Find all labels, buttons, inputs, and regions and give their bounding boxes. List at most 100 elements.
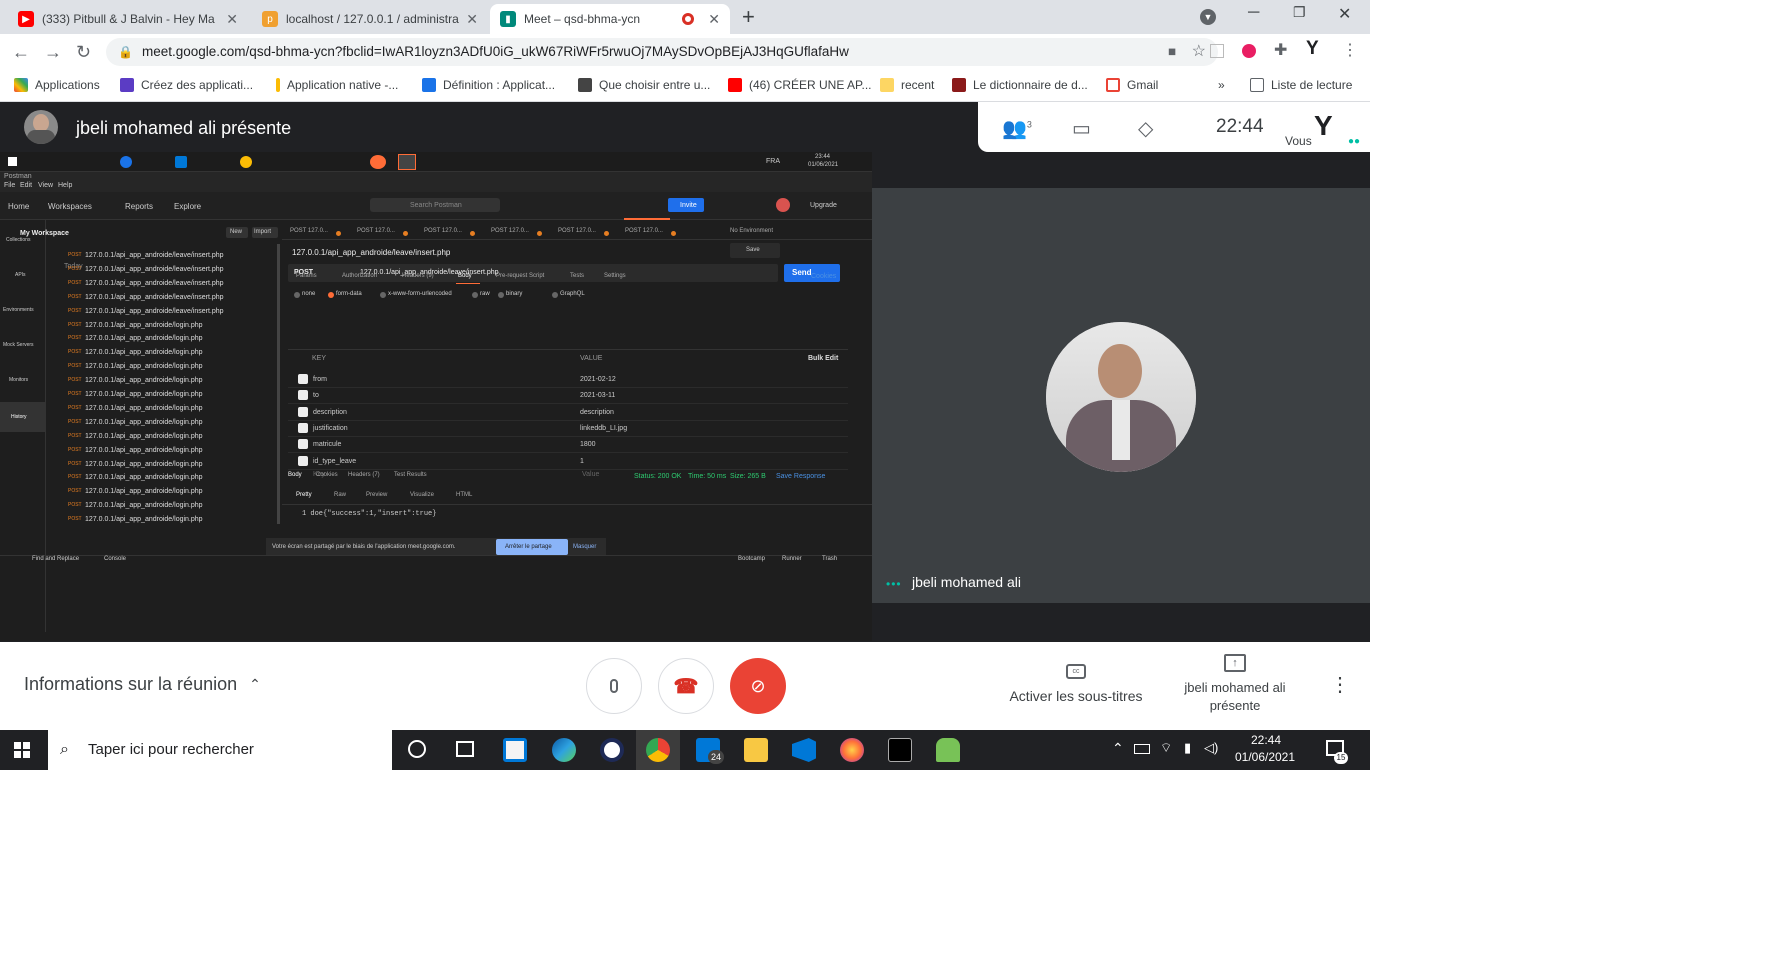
history-method: POST: [68, 279, 82, 286]
edge-icon[interactable]: [552, 738, 576, 762]
captions-icon[interactable]: cc: [1066, 664, 1086, 679]
tab-search-icon[interactable]: ▼: [1200, 9, 1216, 25]
sidebar-scrollbar: [277, 244, 280, 524]
bookmark-item[interactable]: Application native -...: [276, 78, 398, 92]
request-subtab: Body: [458, 273, 472, 279]
taskbar-search-input[interactable]: ⌕ Taper ici pour rechercher: [48, 730, 392, 770]
bookmark-folder[interactable]: recent: [880, 78, 934, 92]
extension-icon[interactable]: [1210, 44, 1224, 58]
edge-icon: [120, 156, 132, 168]
close-icon[interactable]: ✕: [466, 11, 478, 28]
tray-chevron-icon[interactable]: ⌃: [1112, 740, 1124, 757]
request-tab: POST 127.0...: [290, 228, 328, 234]
unsaved-dot-icon: [403, 231, 408, 236]
android-studio-icon[interactable]: [936, 738, 960, 762]
taskbar-date[interactable]: 01/06/2021: [1230, 750, 1300, 764]
chrome-icon[interactable]: [646, 738, 670, 762]
microphone-tray-icon[interactable]: ▮: [1184, 740, 1191, 756]
store-icon[interactable]: [503, 738, 527, 762]
bookmark-gmail[interactable]: Gmail: [1106, 78, 1158, 92]
camera-toggle-button[interactable]: ⊘: [730, 658, 786, 714]
bookmark-item[interactable]: Le dictionnaire de d...: [952, 78, 1088, 92]
menu-edit: Edit: [20, 182, 33, 189]
microphone-button[interactable]: [586, 658, 642, 714]
checkbox-icon: [298, 455, 308, 466]
address-bar[interactable]: 🔒 meet.google.com/qsd-bhma-ycn?fbclid=Iw…: [106, 38, 1218, 66]
chat-icon[interactable]: ▭: [1072, 116, 1091, 141]
more-options-icon[interactable]: ⋮: [1330, 672, 1350, 697]
checkbox-icon: [298, 374, 308, 384]
bookmark-star-icon[interactable]: ☆: [1192, 38, 1206, 66]
taskbar-time[interactable]: 22:44: [1238, 733, 1294, 747]
tab-youtube[interactable]: ▶ (333) Pitbull & J Balvin - Hey Ma ✕: [8, 4, 248, 34]
present-label-line1[interactable]: jbeli mohamed ali: [1162, 680, 1308, 695]
history-method: POST: [68, 418, 82, 425]
body-type-option: raw: [480, 291, 490, 297]
captions-label[interactable]: Activer les sous-titres: [1006, 688, 1146, 704]
bookmark-item[interactable]: Définition : Applicat...: [422, 78, 555, 92]
firefox-icon[interactable]: [840, 738, 864, 762]
search-placeholder: Taper ici pour rechercher: [88, 741, 254, 758]
bookmark-item[interactable]: Que choisir entre u...: [578, 78, 710, 92]
reading-list[interactable]: Liste de lecture: [1250, 78, 1352, 92]
close-icon[interactable]: ✕: [226, 11, 238, 28]
bookmark-item[interactable]: (46) CRÉER UNE AP...: [728, 78, 871, 92]
extension-red-icon[interactable]: [1242, 44, 1256, 58]
battery-icon[interactable]: [1134, 744, 1150, 754]
history-item: 127.0.0.1/api_app_androide/leave/insert.…: [85, 279, 224, 287]
history-item: 127.0.0.1/api_app_androide/login.php: [85, 404, 203, 412]
history-method: POST: [68, 265, 82, 272]
present-icon[interactable]: ↑: [1224, 654, 1246, 672]
request-subtab: Tests: [570, 273, 585, 279]
profile-icon[interactable]: Y: [1306, 38, 1319, 60]
tab-phpmyadmin[interactable]: p localhost / 127.0.0.1 / administra ✕: [252, 4, 488, 34]
minimize-icon[interactable]: ─: [1248, 4, 1259, 22]
checkbox-icon: [298, 422, 308, 433]
participant-name: jbeli mohamed ali: [912, 574, 1021, 590]
activities-icon[interactable]: ◇: [1138, 116, 1153, 141]
history-method: POST: [68, 516, 82, 523]
close-icon[interactable]: ✕: [708, 11, 720, 28]
present-label-line2[interactable]: présente: [1162, 698, 1308, 713]
meeting-info-button[interactable]: Informations sur la réunion ⌃: [24, 674, 261, 695]
restore-icon[interactable]: ❐: [1293, 4, 1306, 21]
new-tab-button[interactable]: +: [742, 4, 755, 30]
camera-icon[interactable]: ■: [1168, 38, 1176, 66]
history-item: 127.0.0.1/api_app_androide/login.php: [85, 446, 203, 454]
task-view-icon[interactable]: [456, 741, 474, 757]
tab-meet[interactable]: ▮ Meet – qsd-bhma-ycn ✕: [490, 4, 730, 34]
col-key-header: KEY: [312, 355, 327, 362]
param-value: linkeddb_LI.jpg: [580, 424, 628, 432]
reload-icon[interactable]: ↻: [76, 42, 91, 63]
windows-start-icon[interactable]: [14, 742, 30, 758]
bookmark-label: Définition : Applicat...: [443, 78, 556, 92]
footer-runner: Runner: [782, 556, 802, 562]
window-close-icon[interactable]: ✕: [1338, 4, 1351, 24]
gmail-icon: [1106, 78, 1120, 92]
bookmark-item[interactable]: Créez des applicati...: [120, 78, 253, 92]
leave-call-button[interactable]: ☎: [658, 658, 714, 714]
response-divider: [282, 504, 872, 505]
terminal-icon[interactable]: [888, 738, 912, 762]
response-status: Status: 200 OK: [634, 473, 682, 480]
app-icon[interactable]: [600, 738, 624, 762]
bookmark-label: Application native -...: [287, 78, 399, 92]
history-item: 127.0.0.1/api_app_androide/login.php: [85, 432, 203, 440]
volume-icon[interactable]: ◁): [1204, 740, 1218, 756]
cortana-icon[interactable]: [408, 740, 426, 758]
file-explorer-icon[interactable]: [744, 738, 768, 762]
footer-console: Console: [104, 556, 127, 562]
back-icon[interactable]: ←: [12, 42, 30, 63]
history-method: POST: [68, 307, 82, 314]
people-icon[interactable]: 👥3: [1002, 116, 1032, 141]
menu-kebab-icon[interactable]: ⋮: [1342, 40, 1358, 60]
hide-link: Masquer: [573, 544, 597, 550]
extensions-puzzle-icon[interactable]: ✚: [1274, 40, 1287, 60]
wifi-icon[interactable]: ⌔: [1160, 740, 1172, 756]
bookmarks-more[interactable]: »: [1218, 78, 1225, 92]
bookmark-applications[interactable]: Applications: [14, 78, 100, 92]
presenter-title: jbeli mohamed ali présente: [76, 118, 292, 138]
avatar: [24, 110, 58, 144]
forward-icon[interactable]: →: [44, 42, 62, 63]
response-tab: Headers (7): [348, 472, 380, 478]
